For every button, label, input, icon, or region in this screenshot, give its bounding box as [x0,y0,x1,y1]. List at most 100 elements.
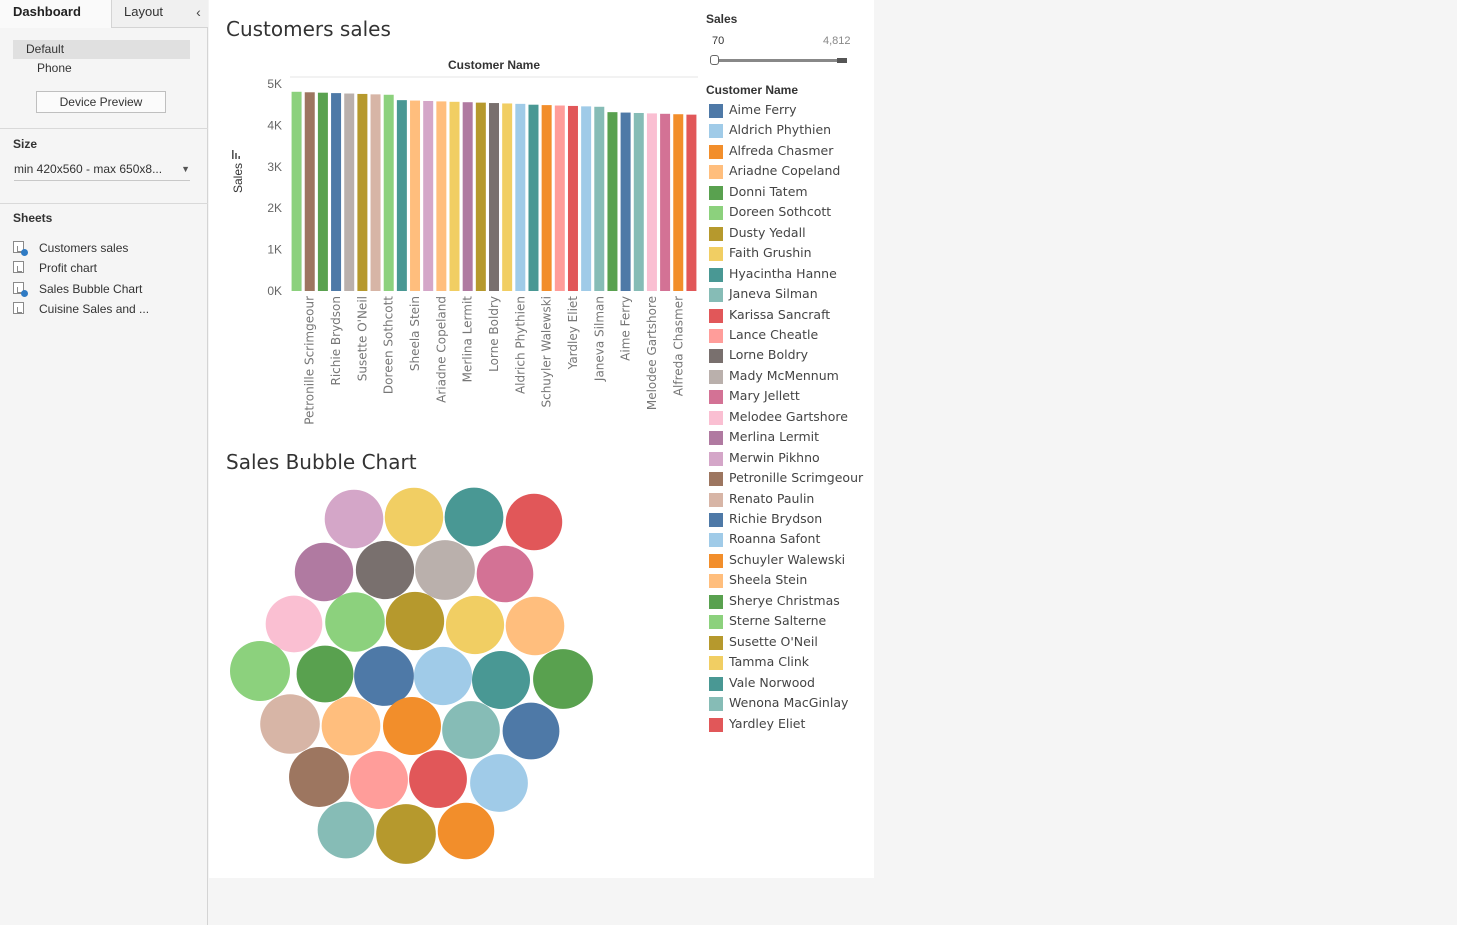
bar-richie-brydson[interactable] [331,93,342,291]
device-option-phone[interactable]: Phone [37,61,72,75]
sales-bubble-chart[interactable] [209,480,689,875]
bar-melodee-gartshore[interactable] [646,113,657,291]
bar-lorne-boldry[interactable] [488,103,500,291]
bar-renato-paulin[interactable] [370,94,381,291]
sales-range-slider-handle[interactable] [710,55,719,65]
legend-label: Faith Grushin [729,245,812,261]
legend-label: Lance Cheatle [729,326,819,342]
bar-alfreda-chasmer[interactable] [673,114,684,291]
tab-dashboard[interactable]: Dashboard [0,0,111,28]
bubble-renato-paulin[interactable] [260,694,320,754]
legend-label: Aldrich Phythien [729,122,832,138]
bar-merwin-pikhno[interactable] [423,100,434,291]
bar-aime-ferry[interactable] [620,112,631,291]
bubble-sterne-salterne[interactable] [230,641,290,701]
collapse-panel-icon[interactable]: ‹ [189,0,208,28]
bar-sterne-salterne[interactable] [291,91,302,291]
bar-yardley-eliet[interactable] [567,105,578,291]
bubble-lorne-boldry[interactable] [355,540,415,600]
bubble-merwin-pikhno[interactable] [324,489,384,549]
bar-sheela-stein[interactable] [410,100,421,291]
legend-swatch [709,431,723,446]
bubble-alfreda-chasmer[interactable] [437,802,495,860]
size-section-title: Size [13,137,38,151]
legend-swatch [709,124,723,139]
bubble-aldrich-phythien[interactable] [413,646,473,706]
size-dropdown[interactable]: min 420x560 - max 650x8... ▼ [14,160,190,181]
bar-janeva-silman[interactable] [594,106,605,291]
bar-mary-jellett[interactable] [660,113,671,291]
sales-range-slider-track[interactable] [715,59,847,62]
legend-label: Hyacintha Hanne [729,265,837,281]
bubble-hyacintha-hanne[interactable] [444,487,504,547]
bubble-petronille-scrimgeour[interactable] [289,747,349,807]
bubble-donni-tatem[interactable] [296,645,354,703]
bubble-mary-jellett[interactable] [476,545,534,603]
bar-donni-tatem[interactable] [607,112,618,291]
legend-swatch [709,328,723,343]
bubble-schuyler-walewski[interactable] [383,697,441,755]
device-option-default[interactable]: Default [13,40,190,59]
bubble-susette-o-neil[interactable] [376,804,436,864]
bar-doreen-sothcott[interactable] [383,94,394,291]
bar-roanna-safont[interactable] [581,106,592,291]
legend-swatch [709,533,723,548]
bubble-aime-ferry[interactable] [502,702,560,760]
bubble-melodee-gartshore[interactable] [265,595,323,653]
bar-faith-grushin[interactable] [449,101,460,291]
bar-merlina-lermit[interactable] [462,102,473,291]
bar-tamma-clink[interactable] [502,103,513,291]
legend-label: Petronille Scrimgeour [729,470,864,486]
worksheet-icon [13,302,24,314]
bubble-karissa-sancraft[interactable] [505,493,563,551]
bar-lance-cheatle[interactable] [554,105,565,291]
bubble-roanna-safont[interactable] [470,754,528,812]
bar-schuyler-walewski[interactable] [541,105,552,291]
sort-icon[interactable] [232,150,240,159]
legend-swatch [709,697,723,712]
bar-sherye-christmas[interactable] [317,92,328,291]
bar-susette-o-neil[interactable] [357,93,368,291]
bar-karissa-sancraft[interactable] [686,114,697,291]
bubble-dusty-yedall[interactable] [385,591,445,651]
bubble-sheela-stein[interactable] [321,696,381,756]
bubble-sherye-christmas[interactable] [533,649,593,709]
legend-swatch [709,349,723,364]
tab-layout[interactable]: Layout [111,0,189,28]
device-preview-button[interactable]: Device Preview [36,91,166,113]
bubble-tamma-clink[interactable] [445,595,505,655]
bubble-yardley-eliet[interactable] [409,750,467,808]
sheet-label: Profit chart [39,261,98,275]
x-tick-label: Alfreda Chasmer [671,296,685,396]
sales-range-slider-end[interactable] [837,58,847,63]
legend-label: Merwin Pikhno [729,449,820,465]
bar-mady-mcmennum[interactable] [344,93,355,291]
legend-label: Janeva Silman [729,286,818,302]
sheets-section-title: Sheets [13,211,53,225]
bar-ariadne-copeland[interactable] [436,101,447,291]
legend-label: Vale Norwood [729,674,815,690]
size-dropdown-value: min 420x560 - max 650x8... [14,162,163,176]
customers-sales-bar-chart[interactable]: Customer Name Sales 0K 1K 2K 3K 4K 5K Petronille… [209,50,709,430]
bubble-wenona-macginlay[interactable] [317,801,375,859]
bar-petronille-scrimgeour[interactable] [304,92,315,291]
x-tick-label: Doreen Sothcott [382,296,396,394]
bubble-mady-mcmennum[interactable] [415,540,475,600]
y-tick-label: 5K [267,77,282,91]
x-tick-label: Lorne Boldry [487,296,501,372]
bar-dusty-yedall[interactable] [475,102,486,291]
bar-vale-norwood[interactable] [528,104,539,291]
bubble-janeva-silman[interactable] [442,701,500,759]
bubble-faith-grushin[interactable] [384,487,444,547]
bubble-merlina-lermit[interactable] [294,542,354,602]
bubble-doreen-sothcott[interactable] [325,592,385,652]
legend-label: Tamma Clink [729,654,810,670]
bubble-ariadne-copeland[interactable] [505,596,565,656]
legend-swatch [709,594,723,609]
bubble-lance-cheatle[interactable] [350,751,408,809]
bar-aldrich-phythien[interactable] [515,103,526,291]
bar-wenona-macginlay[interactable] [633,112,644,291]
bar-hyacintha-hanne[interactable] [396,100,407,291]
bubble-vale-norwood[interactable] [471,650,531,710]
bubble-richie-brydson[interactable] [354,646,414,706]
